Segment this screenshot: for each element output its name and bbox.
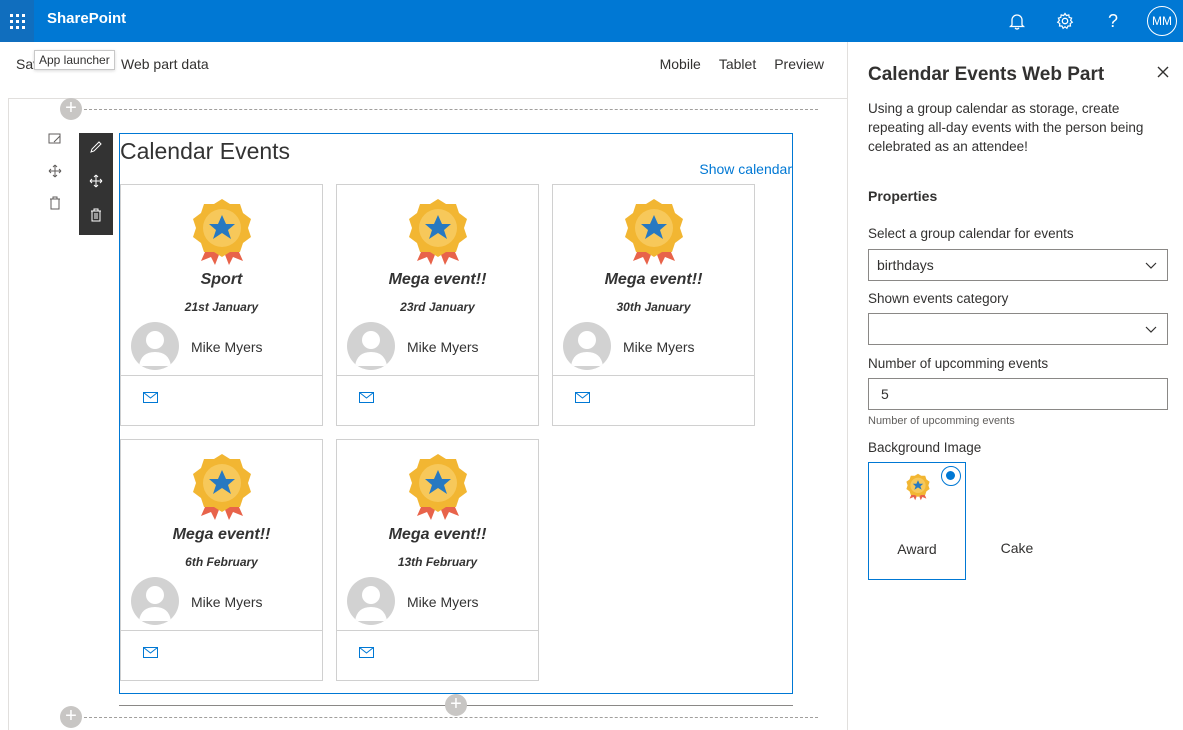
award-medal-icon xyxy=(906,473,930,501)
calendar-dropdown-value: birthdays xyxy=(877,257,934,273)
edit-section-icon[interactable] xyxy=(44,132,66,164)
card-divider xyxy=(121,375,322,376)
show-calendar-link[interactable]: Show calendar xyxy=(699,161,792,177)
chevron-down-icon xyxy=(1145,326,1157,333)
event-count-input[interactable]: 5 xyxy=(868,378,1168,410)
event-date: 6th February xyxy=(185,555,258,569)
section-toolbar xyxy=(44,132,66,228)
event-card[interactable]: Sport 21st January Mike Myers xyxy=(120,184,323,426)
app-launcher-button[interactable] xyxy=(0,0,34,42)
event-title: Mega event!! xyxy=(172,526,271,543)
card-divider xyxy=(121,630,322,631)
settings-button[interactable] xyxy=(1041,0,1089,42)
category-label: Shown events category xyxy=(868,291,1009,306)
pane-description: Using a group calendar as storage, creat… xyxy=(868,101,1144,154)
delete-section-icon[interactable] xyxy=(44,196,66,228)
app-launcher-tooltip: App launcher xyxy=(34,50,115,70)
help-button[interactable]: ? xyxy=(1089,0,1137,42)
suite-header: SharePoint ? MM xyxy=(0,0,1183,42)
award-medal-icon xyxy=(193,454,251,520)
help-icon: ? xyxy=(1107,10,1118,31)
calendar-select-label: Select a group calendar for events xyxy=(868,226,1074,241)
event-card[interactable]: Mega event!! 6th February Mike Myers xyxy=(120,439,323,681)
preview-button[interactable]: Preview xyxy=(774,56,824,72)
event-count-hint: Number of upcomming events xyxy=(868,415,1015,427)
person-avatar xyxy=(347,577,395,625)
move-section-icon[interactable] xyxy=(44,164,66,196)
tablet-preview-button[interactable]: Tablet xyxy=(719,56,756,72)
background-option-award[interactable]: Award xyxy=(868,462,966,580)
card-divider xyxy=(337,375,538,376)
person-avatar xyxy=(131,577,179,625)
event-card[interactable]: Mega event!! 23rd January Mike Myers xyxy=(336,184,539,426)
person-name[interactable]: Mike Myers xyxy=(623,339,695,355)
gear-icon xyxy=(1056,12,1074,30)
pane-title: Calendar Events Web Part xyxy=(868,64,1105,85)
mail-icon[interactable] xyxy=(575,392,590,403)
award-medal-icon xyxy=(193,199,251,265)
event-card[interactable]: Mega event!! 30th January Mike Myers xyxy=(552,184,755,426)
person-name[interactable]: Mike Myers xyxy=(407,594,479,610)
award-medal-icon xyxy=(409,454,467,520)
event-title: Mega event!! xyxy=(604,271,703,288)
event-count-label: Number of upcomming events xyxy=(868,356,1049,371)
mail-icon[interactable] xyxy=(143,647,158,658)
move-webpart-icon[interactable] xyxy=(79,167,113,201)
event-card[interactable]: Mega event!! 13th February Mike Myers xyxy=(336,439,539,681)
event-date: 30th January xyxy=(616,300,691,314)
add-webpart-button[interactable]: + xyxy=(445,694,467,716)
web-part-data-button[interactable]: Web part data xyxy=(121,56,209,72)
event-date: 21st January xyxy=(184,300,259,314)
mail-icon[interactable] xyxy=(359,647,374,658)
person-name[interactable]: Mike Myers xyxy=(407,339,479,355)
mail-icon[interactable] xyxy=(143,392,158,403)
event-date: 23rd January xyxy=(400,300,475,314)
user-avatar[interactable]: MM xyxy=(1147,6,1177,36)
section-divider xyxy=(84,109,818,110)
edit-webpart-icon[interactable] xyxy=(79,133,113,167)
add-section-top-button[interactable]: + xyxy=(60,98,82,120)
card-divider xyxy=(337,630,538,631)
person-name[interactable]: Mike Myers xyxy=(191,594,263,610)
brand-title[interactable]: SharePoint xyxy=(47,10,126,27)
section-divider xyxy=(84,717,818,718)
close-pane-button[interactable] xyxy=(1157,62,1169,83)
webpart-title: Calendar Events xyxy=(120,138,291,164)
close-icon xyxy=(1157,66,1169,78)
background-image-label: Background Image xyxy=(868,440,982,455)
event-date: 13th February xyxy=(397,555,478,569)
property-pane: Calendar Events Web Part Using a group c… xyxy=(848,42,1183,730)
mobile-preview-button[interactable]: Mobile xyxy=(660,56,701,72)
background-option-cake[interactable]: Cake xyxy=(968,462,1066,580)
award-medal-icon xyxy=(625,199,683,265)
category-dropdown[interactable] xyxy=(868,313,1168,345)
selected-radio-icon xyxy=(941,466,961,486)
person-avatar xyxy=(347,322,395,370)
person-avatar xyxy=(131,322,179,370)
chevron-down-icon xyxy=(1145,262,1157,269)
delete-webpart-icon[interactable] xyxy=(79,201,113,235)
event-title: Sport xyxy=(200,271,243,288)
notifications-button[interactable] xyxy=(993,0,1041,42)
cake-option-label: Cake xyxy=(1000,540,1034,556)
properties-group-title: Properties xyxy=(868,188,938,204)
person-avatar xyxy=(563,322,611,370)
card-divider xyxy=(553,375,754,376)
mail-icon[interactable] xyxy=(359,392,374,403)
webpart-toolbar xyxy=(79,133,113,235)
person-name[interactable]: Mike Myers xyxy=(191,339,263,355)
command-bar: Sav App launcher Web part data Mobile Ta… xyxy=(0,42,847,86)
calendar-dropdown[interactable]: birthdays xyxy=(868,249,1168,281)
event-title: Mega event!! xyxy=(388,526,487,543)
award-option-label: Award xyxy=(897,541,937,557)
add-section-bottom-button[interactable]: + xyxy=(60,706,82,728)
event-title: Mega event!! xyxy=(388,271,487,288)
award-medal-icon xyxy=(409,199,467,265)
waffle-icon xyxy=(9,13,25,29)
bell-icon xyxy=(1009,13,1025,30)
